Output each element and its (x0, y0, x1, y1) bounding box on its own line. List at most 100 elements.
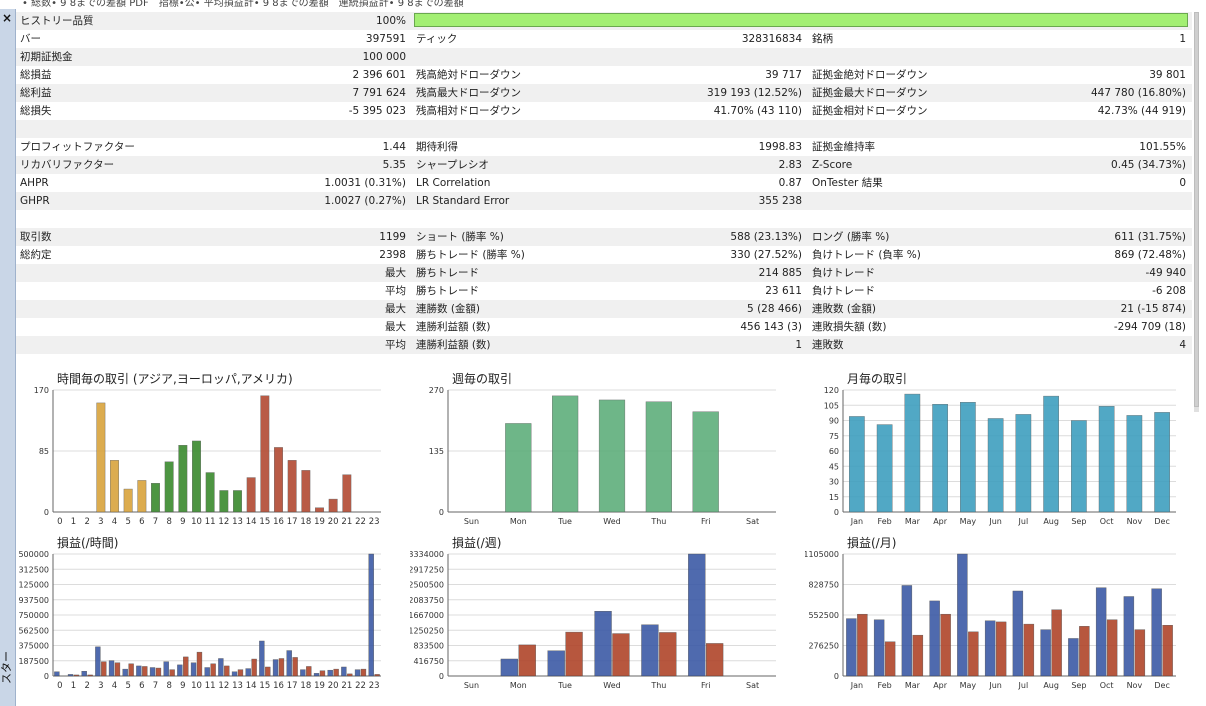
bar (1015, 414, 1032, 513)
loss-bar (265, 666, 271, 677)
stat-row: 最大 連勝数 (金額) 5 (28 466) 連敗数 (金額) 21 (-15 874) (16, 300, 1192, 318)
x-tick-label: 3 (98, 517, 103, 527)
stat-value: 2 396 601 (352, 69, 406, 81)
loss-bar (333, 668, 339, 677)
chart-title: 損益(/時間) (57, 536, 119, 550)
scrollbar-thumb[interactable] (1194, 12, 1199, 407)
sidebar-label: スター (0, 651, 13, 684)
stat-row: 総約定 2398 勝ちトレード (勝率 %) 330 (27.52%) 負けトレード (… (16, 246, 1192, 264)
stat-label: 勝ちトレード (416, 285, 479, 297)
stat-value: 456 143 (3) (740, 321, 802, 333)
stat-row: 平均 連勝利益額 (数) 1 連敗数 4 (16, 336, 1192, 354)
loss-bar (155, 667, 162, 677)
x-tick-label: 11 (205, 681, 216, 691)
x-tick-label: 12 (218, 517, 229, 527)
x-tick-label: 19 (314, 517, 325, 527)
profit-bar (368, 553, 374, 677)
bar (164, 461, 174, 513)
profit-bar (688, 553, 706, 677)
y-tick-label: 2500500 (410, 581, 444, 590)
chart-2: 月毎の取引 120 105 90 75 60 45 30 15 0 Jan Feb Mar Apr May J… (805, 368, 1180, 528)
loss-bar (612, 633, 630, 677)
stat-value: -6 208 (1152, 285, 1186, 297)
bar (96, 402, 106, 513)
stat-value: 4 (1179, 339, 1186, 351)
stat-label: 連勝利益額 (数) (416, 321, 491, 333)
stat-row: AHPR 1.0031 (0.31%) LR Correlation 0.87 OnTe… (16, 174, 1192, 192)
profit-bar (1068, 638, 1079, 677)
bar (219, 490, 229, 513)
chart-title: 損益(/週) (452, 536, 502, 550)
chart-title: 月毎の取引 (847, 372, 908, 386)
x-tick-label: 22 (355, 681, 366, 691)
stat-label: ロング (勝率 %) (812, 231, 890, 243)
stat-row: GHPR 1.0027 (0.27%) LR Standard Error 355 2… (16, 192, 1192, 210)
profit-bar (136, 665, 142, 677)
profit-bar (957, 553, 968, 677)
chart-4: 損益(/週) 3334000 2917250 2500500 2083750 166700… (410, 532, 780, 692)
loss-bar (518, 644, 536, 677)
x-tick-label: Apr (933, 517, 948, 526)
profit-bar (1012, 590, 1024, 677)
x-tick-label: Sep (1071, 517, 1086, 526)
close-icon[interactable]: × (2, 12, 12, 24)
x-tick-label: May (960, 681, 977, 690)
loss-bar (251, 658, 257, 677)
x-tick-label: Mon (510, 517, 527, 526)
bar (1126, 415, 1143, 513)
x-tick-label: Sep (1071, 681, 1086, 690)
x-tick-label: 5 (125, 517, 130, 527)
vertical-scrollbar[interactable] (1194, 12, 1199, 412)
stat-label: 初期証拠金 (20, 51, 73, 63)
stat-row: バー 397591 ティック 328316834 銘柄 1 (16, 30, 1192, 48)
y-tick-label: 125000 (18, 581, 49, 590)
x-tick-label: 2 (84, 517, 89, 527)
x-tick-label: 14 (246, 681, 257, 691)
x-tick-label: 18 (300, 517, 311, 527)
y-tick-label: 85 (39, 447, 49, 456)
y-tick-label: 2917250 (410, 565, 444, 574)
bar (849, 416, 865, 513)
chart-svg: 5000003125001250009375007500005625003750… (18, 550, 381, 691)
x-tick-label: Nov (1127, 517, 1143, 526)
x-tick-label: 17 (287, 681, 298, 691)
x-tick-label: Oct (1100, 517, 1114, 526)
y-tick-label: 833500 (413, 642, 444, 651)
stat-value: 41.70% (43 110) (713, 105, 802, 117)
profit-bar (846, 618, 857, 677)
loss-bar (1106, 619, 1118, 677)
loss-bar (1162, 625, 1173, 677)
stat-label: 総損失 (20, 105, 52, 117)
y-tick-label: 270 (429, 386, 444, 395)
profit-bar (67, 674, 74, 677)
stat-value: 最大 (385, 267, 406, 279)
x-tick-label: 17 (287, 517, 298, 527)
loss-bar (87, 674, 93, 677)
chart-1: 週毎の取引 270 135 0 Sun Mon Tue Wed Thu Fri Sat (410, 368, 780, 528)
profit-bar (259, 640, 265, 677)
loss-bar (565, 631, 583, 677)
stat-value: 101.55% (1139, 141, 1186, 153)
profit-bar (327, 669, 333, 677)
loss-bar (237, 669, 244, 677)
chart-0: 時間毎の取引 (アジア,ヨーロッパ,アメリカ) 170 85 0 0 1 2 3 4 5 6 7 8 9 1… (15, 368, 385, 528)
y-tick-label: 552500 (808, 611, 839, 620)
x-tick-label: 16 (273, 681, 284, 691)
x-tick-label: Wed (603, 517, 620, 526)
stat-label: 証拠金相対ドローダウン (812, 105, 928, 117)
x-tick-label: 18 (300, 681, 311, 691)
y-tick-label: 276250 (808, 642, 839, 651)
profit-bar (122, 668, 128, 677)
profit-bar (54, 671, 60, 677)
profit-bar (901, 585, 913, 677)
profit-bar (313, 673, 320, 677)
y-tick-label: 0 (44, 672, 49, 681)
x-tick-label: 23 (369, 517, 380, 527)
profit-bar (177, 664, 183, 677)
loss-bar (73, 674, 80, 677)
x-tick-label: Nov (1127, 681, 1143, 690)
loss-bar (278, 658, 285, 677)
stat-value: 1.0027 (0.27%) (324, 195, 406, 207)
loss-bar (360, 668, 367, 677)
x-tick-label: Aug (1043, 517, 1059, 526)
